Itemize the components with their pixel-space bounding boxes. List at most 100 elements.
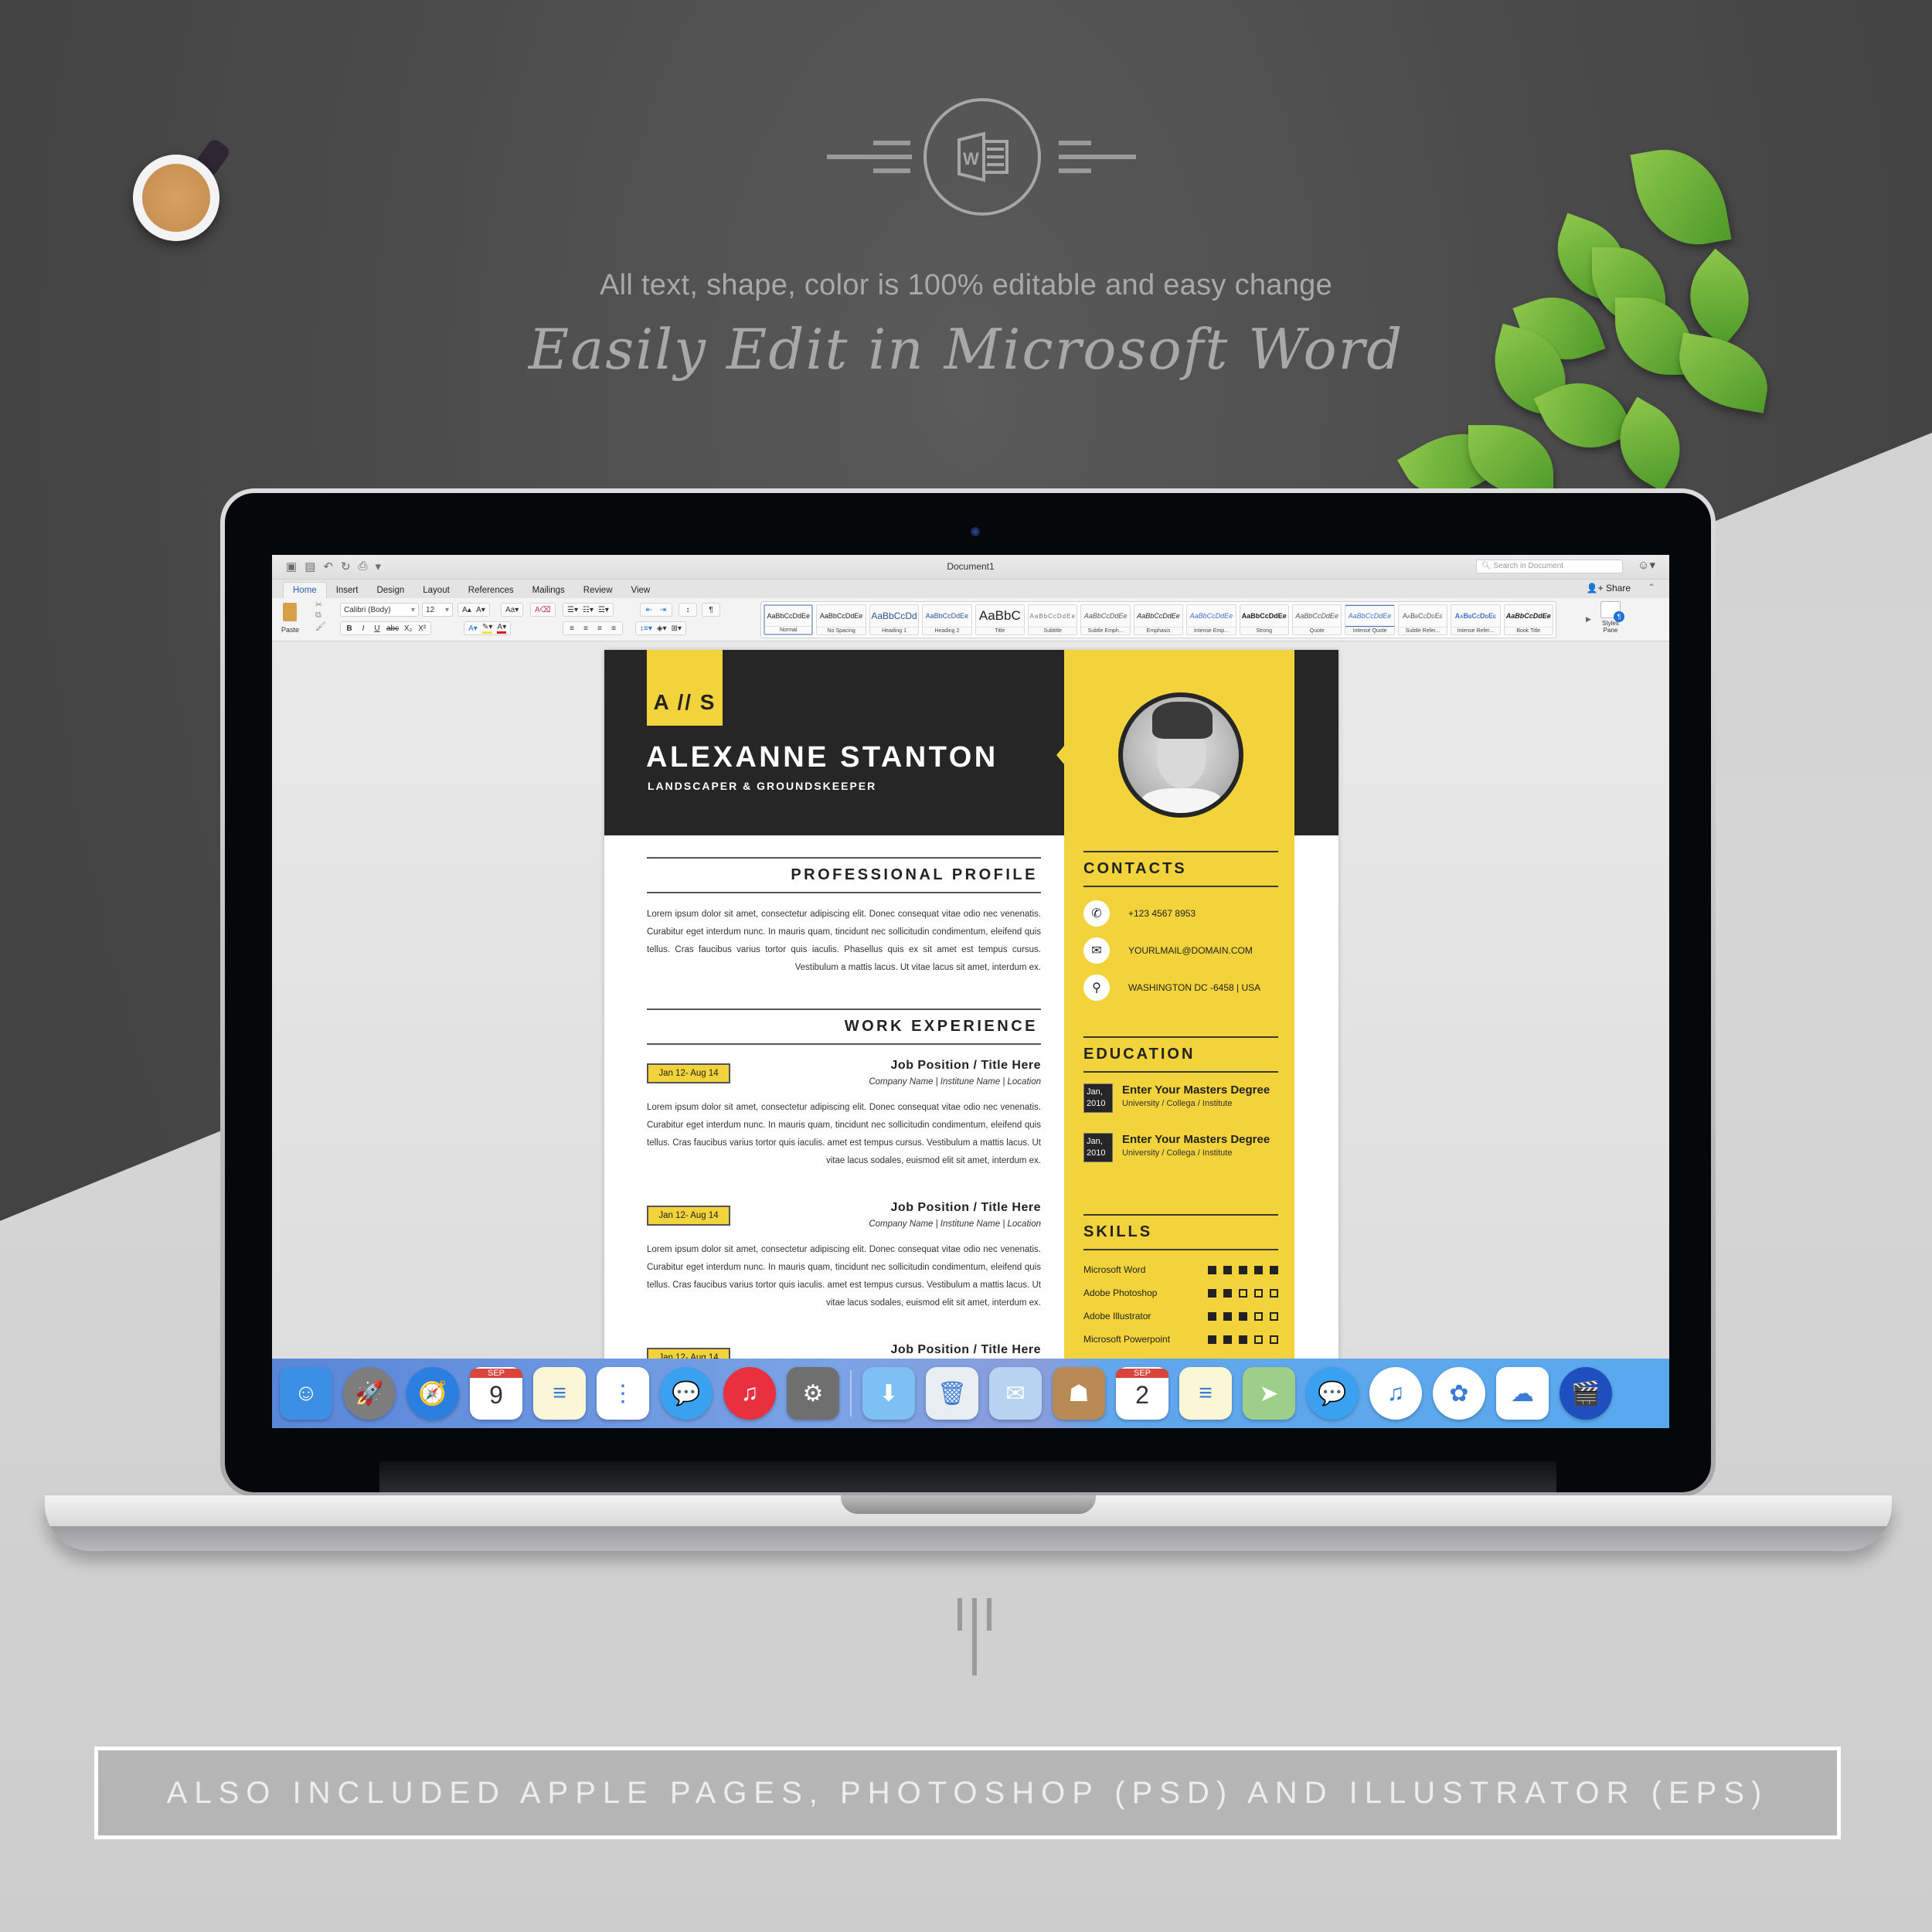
collapse-ribbon-icon[interactable]: ⌃	[1648, 582, 1655, 593]
style-name: Heading 2	[923, 627, 971, 634]
messages-icon[interactable]: 💬	[660, 1367, 713, 1420]
tab-layout[interactable]: Layout	[413, 583, 459, 598]
rating-filled-square	[1239, 1311, 1247, 1321]
skill-rating	[1208, 1335, 1278, 1344]
style-normal[interactable]: AaBbCcDdEe Normal	[764, 604, 814, 635]
strikethrough-button[interactable]: abc	[386, 624, 399, 633]
style-subtle-emph[interactable]: AaBbCcDdEe Subtle Emph...	[1080, 604, 1131, 635]
chevron-down-icon: ▾	[444, 605, 449, 614]
skill-name: Microsoft Word	[1083, 1264, 1146, 1275]
document-canvas[interactable]: A // S ALEXANNE STANTON LANDSCAPER & GRO…	[272, 642, 1669, 1428]
tab-view[interactable]: View	[622, 583, 660, 598]
resume-page[interactable]: A // S ALEXANNE STANTON LANDSCAPER & GRO…	[604, 650, 1338, 1428]
mail-app-icon[interactable]: ✉	[989, 1367, 1042, 1420]
notes-icon[interactable]: ≡	[533, 1367, 586, 1420]
align-center-icon[interactable]: ≡	[581, 624, 590, 633]
italic-button[interactable]: I	[359, 624, 368, 633]
rating-empty-square	[1270, 1311, 1278, 1321]
style-name: Quote	[1292, 627, 1342, 634]
notes-icon[interactable]: ≡	[1179, 1367, 1232, 1420]
highlight-icon[interactable]: ✎▾	[482, 623, 493, 634]
shrink-font-icon[interactable]: A▾	[476, 606, 485, 614]
itunes-icon[interactable]: ♫	[1369, 1367, 1422, 1420]
mail-icon: ✉	[1083, 937, 1110, 964]
decrease-indent-icon[interactable]: ⇤	[645, 606, 654, 614]
icloud-icon[interactable]: ☁	[1496, 1367, 1549, 1420]
style-strong[interactable]: AaBbCcDdEe Strong	[1239, 604, 1289, 635]
text-effects-icon[interactable]: A▾	[468, 624, 478, 633]
borders-icon[interactable]: ⊞▾	[672, 624, 682, 633]
style-emphasis[interactable]: AaBbCcDdEe Emphasis	[1133, 604, 1184, 635]
style-subtitle[interactable]: AaBbCcDdEe Subtitle	[1028, 604, 1078, 635]
style-subtle-refer[interactable]: AaBbCcDdEe Subtle Refer...	[1397, 604, 1448, 635]
downloads-folder-icon[interactable]: ⬇	[862, 1367, 915, 1420]
system-preferences-icon[interactable]: ⚙	[787, 1367, 839, 1420]
align-right-icon[interactable]: ≡	[595, 624, 604, 633]
launchpad-icon[interactable]: 🚀	[343, 1367, 396, 1420]
photos-icon[interactable]: ✿	[1433, 1367, 1485, 1420]
show-formatting-icon[interactable]: ¶	[706, 606, 716, 614]
tab-design[interactable]: Design	[367, 583, 413, 598]
styles-pane-button[interactable]: Styles Pane	[1595, 601, 1626, 634]
maps-icon[interactable]: ➤	[1243, 1367, 1295, 1420]
calendar-icon[interactable]: SEP 2	[1116, 1367, 1168, 1420]
format-painter-icon[interactable]: 🖌	[315, 621, 326, 631]
reminders-icon[interactable]: ⋮	[597, 1367, 649, 1420]
tab-references[interactable]: References	[459, 583, 523, 598]
bold-button[interactable]: B	[345, 624, 354, 633]
cut-icon[interactable]: ✂	[315, 600, 326, 610]
feedback-smiley-icon[interactable]: ☺▾	[1638, 558, 1655, 572]
safari-icon[interactable]: 🧭	[406, 1367, 459, 1420]
justify-icon[interactable]: ≡	[609, 624, 618, 633]
trash-icon[interactable]: 🗑	[926, 1367, 978, 1420]
itunes-icon[interactable]: ♫	[723, 1367, 776, 1420]
grow-font-icon[interactable]: A▴	[462, 606, 471, 614]
superscript-button[interactable]: X²	[417, 624, 427, 633]
multilevel-list-icon[interactable]: ☲▾	[598, 606, 609, 614]
change-case-icon[interactable]: Aa▾	[505, 606, 519, 614]
style-quote[interactable]: AaBbCcDdEe Quote	[1291, 604, 1342, 635]
font-name-select[interactable]: Calibri (Body) ▾	[340, 603, 419, 617]
dock-glyph: ☺	[294, 1380, 318, 1406]
style-sample: AaBbCcDdEe	[1137, 612, 1180, 620]
tab-home[interactable]: Home	[283, 582, 327, 598]
style-title[interactable]: AaBbC Title	[975, 604, 1026, 635]
font-size-select[interactable]: 12 ▾	[422, 603, 453, 617]
clear-formatting-icon[interactable]: A⌫	[535, 606, 551, 614]
style-no-spacing[interactable]: AaBbCcDdEe No Spacing	[816, 604, 866, 635]
bullets-icon[interactable]: ☰▾	[567, 606, 578, 614]
indent-buttons: ⇤ ⇥	[640, 603, 672, 617]
copy-icon[interactable]: ⧉	[315, 611, 326, 621]
line-spacing-icon[interactable]: ↕≡▾	[640, 624, 652, 633]
style-intense-quote[interactable]: AaBbCcDdEe Intense Quote	[1345, 604, 1395, 635]
messages-icon[interactable]: 💬	[1306, 1367, 1359, 1420]
education-item: Jan, 2010 Enter Your Masters Degree Univer…	[1083, 1133, 1278, 1172]
increase-indent-icon[interactable]: ⇥	[658, 606, 668, 614]
search-input[interactable]: 🔍︎ Search in Document	[1476, 560, 1623, 573]
photo-hair	[1152, 702, 1213, 739]
gallery-next-icon[interactable]: ▶	[1586, 615, 1591, 624]
underline-button[interactable]: U	[372, 624, 382, 633]
share-button[interactable]: 👤+ Share	[1587, 583, 1631, 594]
imovie-icon[interactable]: 🎬	[1560, 1367, 1612, 1420]
subscript-button[interactable]: X₂	[403, 624, 413, 633]
contacts-icon[interactable]: ☗	[1053, 1367, 1105, 1420]
calendar-icon[interactable]: SEP 9	[470, 1367, 522, 1420]
word-badge: W	[827, 94, 1136, 218]
shading-icon[interactable]: ◈▾	[657, 624, 667, 633]
numbering-icon[interactable]: ☷▾	[583, 606, 594, 614]
font-color-icon[interactable]: A▾	[497, 623, 507, 634]
tab-review[interactable]: Review	[574, 583, 622, 598]
tab-mailings[interactable]: Mailings	[523, 583, 574, 598]
tab-insert[interactable]: Insert	[327, 583, 368, 598]
style-heading-1[interactable]: AaBbCcDd Heading 1	[869, 604, 920, 635]
style-heading-2[interactable]: AaBbCcDdEe Heading 2	[922, 604, 972, 635]
style-intense-refer[interactable]: AaBbCcDdEe Intense Refer...	[1451, 604, 1501, 635]
style-sample: AaBbCcDdEe	[819, 612, 863, 620]
divider-mark	[957, 1598, 992, 1675]
sort-icon[interactable]: ↕	[683, 606, 692, 614]
align-left-icon[interactable]: ≡	[567, 624, 577, 633]
style-book-title[interactable]: AaBbCcDdEe Book Title	[1503, 604, 1553, 635]
style-intense-emp[interactable]: AaBbCcDdEe Intense Emp...	[1186, 604, 1236, 635]
finder-icon[interactable]: ☺	[280, 1367, 332, 1420]
